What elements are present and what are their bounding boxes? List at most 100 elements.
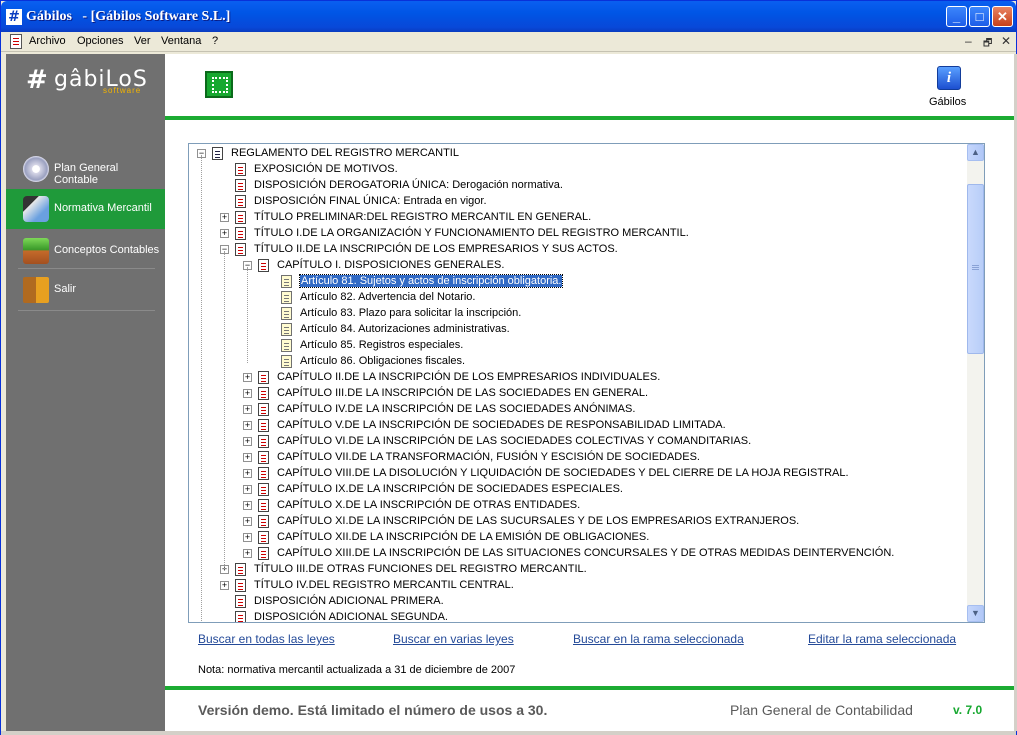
expand-toggle-icon[interactable]: +	[220, 228, 229, 238]
tree-node[interactable]: + TÍTULO I.DE LA ORGANIZACIÓN Y FUNCIONAM…	[220, 225, 689, 241]
tree-node[interactable]: + CAPÍTULO IV.DE LA INSCRIPCIÓN DE LAS SO…	[243, 401, 635, 417]
tree-node[interactable]: DISPOSICIÓN FINAL ÚNICA: Entrada en vigo…	[235, 193, 487, 209]
law-tree-view[interactable]: − REGLAMENTO DEL REGISTRO MERCANTIL EXPOSI…	[188, 143, 985, 623]
menu-opciones[interactable]: Opciones	[77, 35, 123, 47]
menu-archivo[interactable]: Archivo	[29, 35, 66, 47]
exit-door-icon	[23, 277, 49, 303]
sidebar-item-conceptos-contables[interactable]: Conceptos Contables	[6, 231, 165, 271]
app-icon[interactable]: #	[6, 9, 22, 25]
tree-node[interactable]: + CAPÍTULO X.DE LA INSCRIPCIÓN DE OTRAS E…	[243, 497, 580, 513]
tree-node[interactable]: + CAPÍTULO XI.DE LA INSCRIPCIÓN DE LAS SU…	[243, 513, 799, 529]
tree-node-label: CAPÍTULO X.DE LA INSCRIPCIÓN DE OTRAS EN…	[277, 499, 581, 511]
green-divider	[165, 686, 1014, 690]
tree-node[interactable]: DISPOSICIÓN ADICIONAL PRIMERA.	[235, 593, 444, 609]
mdi-close-button[interactable]: ✕	[1001, 34, 1011, 48]
tree-node[interactable]: Artículo 86. Obligaciones fiscales.	[281, 353, 465, 369]
search-all-laws-link[interactable]: Buscar en todas las leyes	[198, 632, 335, 646]
document-menu-icon[interactable]	[10, 34, 22, 49]
search-selected-branch-link[interactable]: Buscar en la rama seleccionada	[573, 632, 744, 646]
expand-toggle-icon[interactable]: +	[243, 452, 252, 462]
expand-toggle-icon[interactable]: +	[243, 372, 252, 382]
menu-help[interactable]: ?	[212, 35, 218, 47]
document-icon	[212, 146, 223, 160]
tree-node[interactable]: + CAPÍTULO IX.DE LA INSCRIPCIÓN DE SOCIED…	[243, 481, 623, 497]
expand-toggle-icon[interactable]: +	[220, 212, 229, 222]
sidebar-item-salir[interactable]: Salir	[6, 270, 165, 310]
expand-view-icon[interactable]	[205, 71, 233, 98]
application-window: # Gábilos - [Gábilos Software S.L.] _ □ …	[0, 0, 1017, 735]
tree-node-label: Artículo 85. Registros especiales.	[300, 339, 464, 351]
tree-node-label: TÍTULO I.DE LA ORGANIZACIÓN Y FUNCIONAMI…	[254, 227, 689, 239]
expand-toggle-icon[interactable]: +	[243, 404, 252, 414]
tree-node[interactable]: − TÍTULO II.DE LA INSCRIPCIÓN DE LOS EMPR…	[220, 241, 618, 257]
tree-node[interactable]: + CAPÍTULO XIII.DE LA INSCRIPCIÓN DE LAS …	[243, 545, 894, 561]
scroll-down-button[interactable]: ▼	[967, 605, 984, 622]
expand-toggle-icon[interactable]: +	[243, 548, 252, 558]
document-icon	[235, 194, 246, 208]
tree-node[interactable]: Artículo 84. Autorizaciones administrati…	[281, 321, 510, 337]
tree-node[interactable]: − CAPÍTULO I. DISPOSICIONES GENERALES.	[243, 257, 504, 273]
sidebar-item-normativa-mercantil[interactable]: Normativa Mercantil	[6, 189, 165, 229]
books-icon	[23, 238, 49, 264]
tree-node[interactable]: Artículo 85. Registros especiales.	[281, 337, 463, 353]
mdi-restore-button[interactable]: 🗗	[983, 36, 992, 53]
expand-toggle-icon[interactable]: +	[243, 468, 252, 478]
document-icon	[235, 594, 246, 608]
close-button[interactable]: ✕	[992, 6, 1013, 27]
expand-toggle-icon[interactable]: +	[243, 500, 252, 510]
sidebar-item-plan-general-contable[interactable]: Plan General Contable	[6, 149, 165, 189]
expand-toggle-icon[interactable]: +	[243, 484, 252, 494]
article-page-icon	[281, 354, 292, 368]
tree-node[interactable]: + CAPÍTULO XII.DE LA INSCRIPCIÓN DE LA EM…	[243, 529, 649, 545]
tree-node[interactable]: Artículo 83. Plazo para solicitar la ins…	[281, 305, 521, 321]
tree-node[interactable]: + CAPÍTULO III.DE LA INSCRIPCIÓN DE LAS S…	[243, 385, 648, 401]
tree-node-label: DISPOSICIÓN DEROGATORIA ÚNICA: Derogació…	[254, 179, 563, 191]
expand-toggle-icon[interactable]: +	[243, 436, 252, 446]
window-title: Gábilos - [Gábilos Software S.L.]	[26, 9, 231, 24]
search-several-laws-link[interactable]: Buscar en varias leyes	[393, 632, 514, 646]
menu-ventana[interactable]: Ventana	[161, 35, 201, 47]
document-icon	[235, 178, 246, 192]
document-icon	[258, 546, 269, 560]
tree-node[interactable]: EXPOSICIÓN DE MOTIVOS.	[235, 161, 398, 177]
minimize-button[interactable]: _	[946, 6, 967, 27]
tree-node[interactable]: + TÍTULO III.DE OTRAS FUNCIONES DEL REGIS…	[220, 561, 587, 577]
tree-node-label: Artículo 82. Advertencia del Notario.	[300, 291, 476, 303]
expand-toggle-icon[interactable]: +	[243, 420, 252, 430]
tree-node[interactable]: + CAPÍTULO VIII.DE LA DISOLUCIÓN Y LIQUID…	[243, 465, 849, 481]
tree-node[interactable]: + CAPÍTULO V.DE LA INSCRIPCIÓN DE SOCIEDA…	[243, 417, 726, 433]
document-icon	[258, 434, 269, 448]
tree-node-label: DISPOSICIÓN FINAL ÚNICA: Entrada en vigo…	[254, 195, 487, 207]
tree-node[interactable]: + CAPÍTULO VI.DE LA INSCRIPCIÓN DE LAS SO…	[243, 433, 751, 449]
document-icon	[258, 418, 269, 432]
tree-node[interactable]: + CAPÍTULO II.DE LA INSCRIPCIÓN DE LOS EM…	[243, 369, 660, 385]
expand-toggle-icon[interactable]: +	[243, 532, 252, 542]
tree-node[interactable]: + TÍTULO IV.DEL REGISTRO MERCANTIL CENTRA…	[220, 577, 514, 593]
window-border	[1, 731, 1016, 735]
gabilos-info-button[interactable]: i	[931, 65, 965, 99]
tree-node-label: CAPÍTULO XII.DE LA INSCRIPCIÓN DE LA EMI…	[277, 531, 650, 543]
tree-node[interactable]: DISPOSICIÓN DEROGATORIA ÚNICA: Derogació…	[235, 177, 563, 193]
expand-toggle-icon[interactable]: +	[220, 580, 229, 590]
tree-node[interactable]: + CAPÍTULO VII.DE LA TRANSFORMACIÓN, FUSI…	[243, 449, 700, 465]
tree-node[interactable]: Artículo 81. Sujetos y actos de inscripc…	[281, 273, 564, 289]
mdi-minimize-button[interactable]: –	[965, 34, 972, 48]
tree-node[interactable]: − REGLAMENTO DEL REGISTRO MERCANTIL	[197, 145, 459, 161]
scroll-thumb[interactable]	[967, 184, 984, 354]
tree-node-label: REGLAMENTO DEL REGISTRO MERCANTIL	[231, 147, 459, 159]
tree-node-label: Artículo 83. Plazo para solicitar la ins…	[300, 307, 522, 319]
tree-node-label: EXPOSICIÓN DE MOTIVOS.	[254, 163, 398, 175]
scroll-up-button[interactable]: ▲	[967, 144, 984, 161]
sidebar: # gâbiLoS software Plan General Contable…	[6, 54, 165, 731]
expand-toggle-icon[interactable]: +	[243, 388, 252, 398]
title-bar[interactable]: # Gábilos - [Gábilos Software S.L.] _ □ …	[1, 1, 1016, 32]
expand-toggle-icon[interactable]: +	[243, 516, 252, 526]
vertical-scrollbar[interactable]: ▲ ▼	[967, 144, 984, 622]
maximize-button[interactable]: □	[969, 6, 990, 27]
menu-ver[interactable]: Ver	[134, 35, 151, 47]
tree-connector-line	[247, 267, 248, 363]
tree-node[interactable]: Artículo 82. Advertencia del Notario.	[281, 289, 475, 305]
tree-node[interactable]: + TÍTULO PRELIMINAR:DEL REGISTRO MERCANTI…	[220, 209, 591, 225]
tree-node[interactable]: DISPOSICIÓN ADICIONAL SEGUNDA.	[235, 609, 448, 622]
edit-selected-branch-link[interactable]: Editar la rama seleccionada	[808, 632, 956, 646]
